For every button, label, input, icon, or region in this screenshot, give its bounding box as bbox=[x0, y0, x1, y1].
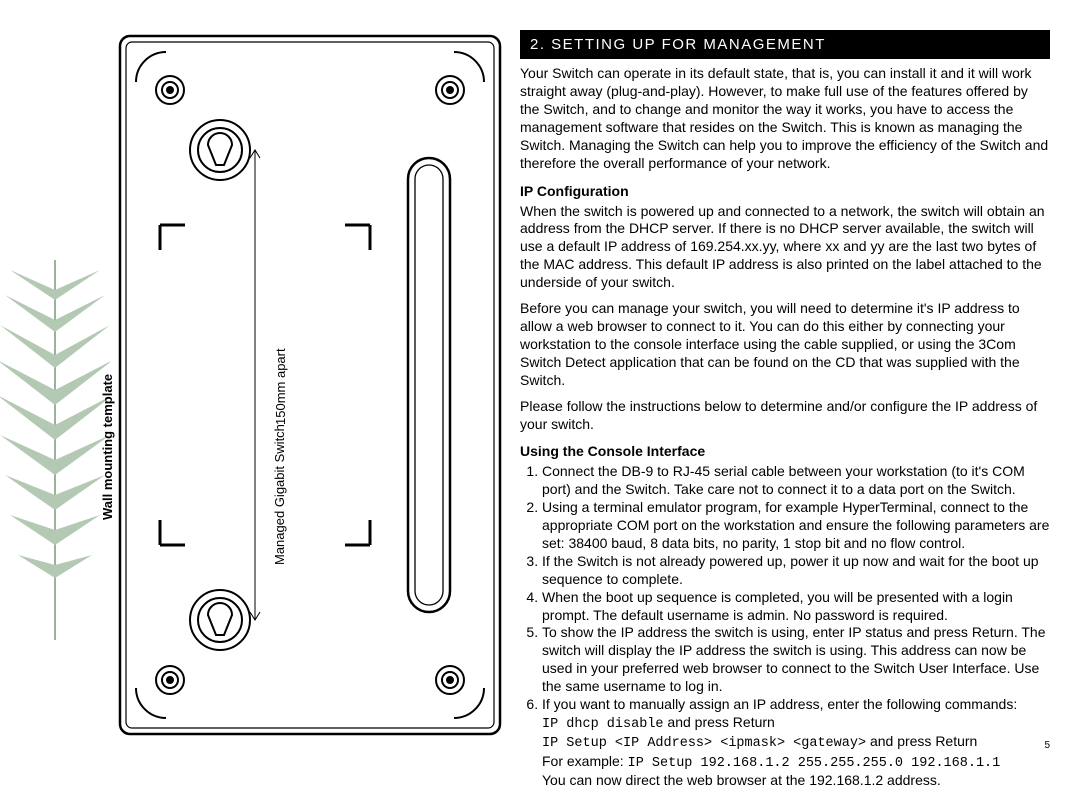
cmd1-suffix: and press Return bbox=[664, 714, 775, 730]
section-header: 2. SETTING UP FOR MANAGEMENT bbox=[520, 30, 1050, 59]
ipconfig-p1: When the switch is powered up and connec… bbox=[520, 203, 1050, 293]
ipconfig-heading: IP Configuration bbox=[520, 183, 1050, 201]
intro-paragraph: Your Switch can operate in its default s… bbox=[520, 65, 1050, 172]
step-3: If the Switch is not already powered up,… bbox=[542, 553, 1050, 589]
example-cmd: IP Setup 192.168.1.2 255.255.255.0 192.1… bbox=[628, 756, 1001, 771]
step-2: Using a terminal emulator program, for e… bbox=[542, 499, 1050, 553]
console-heading: Using the Console Interface bbox=[520, 443, 1050, 461]
final-line: You can now direct the web browser at th… bbox=[542, 772, 941, 788]
step-5: To show the IP address the switch is usi… bbox=[542, 624, 1050, 696]
cmd2-suffix: and press Return bbox=[866, 733, 977, 749]
left-column: Wall mounting template Managed Gigabit S… bbox=[30, 30, 490, 743]
fern-decoration bbox=[0, 260, 110, 640]
cmd1: IP dhcp disable bbox=[542, 717, 664, 732]
console-steps: Connect the DB-9 to RJ-45 serial cable b… bbox=[520, 463, 1050, 789]
page-number: 5 bbox=[1044, 740, 1050, 751]
ipconfig-p2: Before you can manage your switch, you w… bbox=[520, 300, 1050, 390]
step6-intro: If you want to manually assign an IP add… bbox=[542, 696, 1017, 712]
step-4: When the boot up sequence is completed, … bbox=[542, 589, 1050, 625]
right-column: 2. SETTING UP FOR MANAGEMENT Your Switch… bbox=[490, 30, 1050, 743]
cmd2: IP Setup <IP Address> <ipmask> <gateway> bbox=[542, 736, 866, 751]
mounting-template-diagram bbox=[110, 30, 510, 740]
step-6: If you want to manually assign an IP add… bbox=[542, 696, 1050, 790]
step-1: Connect the DB-9 to RJ-45 serial cable b… bbox=[542, 463, 1050, 499]
ipconfig-p3: Please follow the instructions below to … bbox=[520, 398, 1050, 434]
